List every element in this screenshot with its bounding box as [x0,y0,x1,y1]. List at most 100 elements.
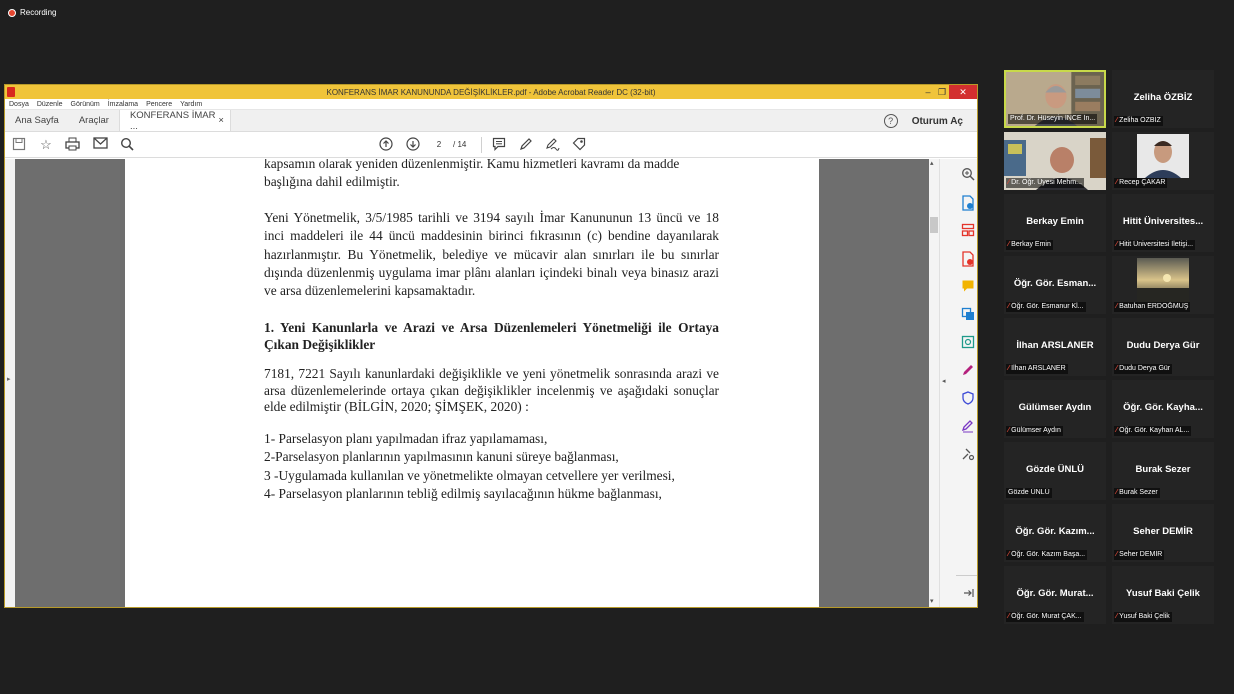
participant-tile[interactable]: ⁄ Batuhan ERDOĞMUŞ [1112,256,1214,314]
participant-photo [1137,258,1189,302]
page-number-input[interactable]: 2 [431,138,447,152]
next-page-icon[interactable] [405,137,421,153]
toolbar: ☆ 2 / 14 [5,132,977,158]
participant-tile[interactable]: Hitit Üniversites... ⁄ Hitit Üniversitesi… [1112,194,1214,252]
participant-tile[interactable]: Gülümser Aydın ⁄ Gülümser Aydın [1004,380,1106,438]
mic-muted-icon: ⁄ [1116,241,1118,248]
tab-home[interactable]: Ana Sayfa [5,110,69,131]
scroll-up-icon[interactable]: ▴ [930,159,934,167]
help-icon[interactable]: ? [883,114,898,128]
participant-tile[interactable]: Öğr. Gör. Esman... ⁄ Öğr. Gör. Esmanur Kl… [1004,256,1106,314]
fill-sign-icon[interactable] [960,363,976,379]
menu-sign[interactable]: İmzalama [108,101,138,108]
window-title: KONFERANS İMAR KANUNUNDA DEĞİŞİKLİKLER.p… [326,87,656,97]
menu-file[interactable]: Dosya [9,101,29,108]
tab-document[interactable]: KONFERANS İMAR ... × [118,109,231,132]
menu-view[interactable]: Görünüm [71,101,100,108]
window-controls: – ❐ ✕ [921,85,977,99]
star-icon[interactable]: ☆ [38,137,54,153]
participant-tile[interactable]: Gözde ÜNLÜ Gözde ÜNLÜ [1004,442,1106,500]
email-icon[interactable] [92,137,108,153]
participant-tile[interactable]: Berkay Emin ⁄ Berkay Emin [1004,194,1106,252]
participant-tile[interactable]: Dudu Derya Gür ⁄ Dudu Derya Gür [1112,318,1214,376]
expand-left-icon[interactable]: ▸ [7,375,11,383]
participant-tile[interactable]: Burak Sezer ⁄ Burak Sezer [1112,442,1214,500]
record-icon [8,8,16,17]
edit-pdf-icon[interactable] [960,419,976,435]
print-icon[interactable] [64,137,80,153]
mic-muted-icon: ⁄ [1116,117,1118,124]
minimize-icon[interactable]: – [921,85,935,99]
list-item: 4- Parselasyon planlarının tebliğ edilmi… [264,486,662,501]
mic-muted-icon: ⁄ [1008,241,1010,248]
recording-indicator: Recording [8,8,56,17]
page-total: / 14 [453,140,467,149]
mic-muted-icon: ⁄ [1116,303,1118,310]
left-panel-toggle[interactable]: ▸ [5,159,15,607]
participant-tile[interactable]: ⁄ Dr. Öğr. Üyesi Mehm... [1004,132,1106,190]
scroll-down-icon[interactable]: ▾ [930,597,934,605]
protect-icon[interactable] [960,391,976,407]
participant-label: ⁄ Seher DEMİR [1114,550,1165,560]
participant-name: İlhan ARSLANER [1016,340,1094,351]
mic-muted-icon: ⁄ [1116,489,1118,496]
mic-muted-icon: ⁄ [1008,551,1010,558]
mic-muted-icon: ⁄ [1116,427,1118,434]
organize-pages-icon[interactable] [960,223,976,239]
participant-name: Öğr. Gör. Murat... [1016,588,1094,599]
tab-bar: Ana Sayfa Araçlar KONFERANS İMAR ... × ?… [5,110,977,132]
create-pdf-icon[interactable] [960,251,976,267]
participant-label: ⁄ Recep ÇAKAR [1114,178,1168,188]
mic-muted-icon: ⁄ [1116,365,1118,372]
participant-name: Seher DEMİR [1133,526,1193,537]
search-icon[interactable] [119,137,135,153]
save-icon[interactable] [11,137,27,153]
pen-icon[interactable] [518,137,534,153]
vertical-scrollbar[interactable]: ▴ ▾ [929,159,939,607]
prev-page-icon[interactable] [378,137,394,153]
mic-muted-icon: ⁄ [1008,179,1010,186]
paragraph-0-line-2: başlığına dahil edilmiştir. [264,174,400,189]
sign-icon[interactable] [544,137,560,153]
participant-tile[interactable]: Öğr. Gör. Kazım... ⁄ Öğr. Gör. Kazım Başa… [1004,504,1106,562]
scan-icon[interactable] [960,335,976,351]
comment-icon[interactable] [491,137,507,153]
export-pdf-icon[interactable] [960,195,976,211]
tab-document-label: KONFERANS İMAR ... [129,109,216,132]
participant-tile[interactable]: Prof. Dr. Hüseyin İNCE İn... [1004,70,1106,128]
participant-tile[interactable]: ⁄ Recep ÇAKAR [1112,132,1214,190]
document-viewer[interactable]: ▸ kapsamın olarak yeniden düzenlenmiştir… [5,159,935,607]
mic-muted-icon: ⁄ [1008,303,1010,310]
participant-label: ⁄ Gülümser Aydın [1006,426,1063,436]
close-window-icon[interactable]: ✕ [949,85,977,99]
participant-name: Dudu Derya Gür [1126,340,1200,351]
close-tab-icon[interactable]: × [218,115,224,126]
participant-name: Öğr. Gör. Kazım... [1015,526,1095,537]
collapse-pane-arrow-icon[interactable]: ◂ [942,377,946,385]
participant-tile[interactable]: Zeliha ÖZBİZ ⁄ Zeliha ÖZBİZ [1112,70,1214,128]
comment-tool-icon[interactable] [960,279,976,295]
participant-name: Yusuf Baki Çelik [1126,588,1200,599]
restore-icon[interactable]: ❐ [935,85,949,99]
share-icon[interactable] [571,137,587,153]
collapse-panel-icon[interactable] [960,587,976,603]
menu-edit[interactable]: Düzenle [37,101,63,108]
participant-tile[interactable]: Öğr. Gör. Murat... ⁄ Öğr. Gör. Murat ÇAK.… [1004,566,1106,624]
menu-window[interactable]: Pencere [146,101,172,108]
tab-tools[interactable]: Araçlar [69,110,119,131]
participant-tile[interactable]: Yusuf Baki Çelik ⁄ Yusuf Baki Çelik [1112,566,1214,624]
sign-in-button[interactable]: Oturum Aç [912,116,963,127]
participant-name: Öğr. Gör. Esman... [1013,278,1097,289]
pdf-page: kapsamın olarak yeniden düzenlenmiştir. … [125,159,819,607]
more-tools-icon[interactable] [960,447,976,463]
participant-label: ⁄ Batuhan ERDOĞMUŞ [1114,302,1191,312]
menu-help[interactable]: Yardım [180,101,202,108]
section-heading: 1. Yeni Kanunlarla ve Arazi ve Arsa Düze… [264,320,719,352]
combine-icon[interactable] [960,307,976,323]
zoom-icon[interactable] [960,167,976,183]
participant-tile[interactable]: Seher DEMİR ⁄ Seher DEMİR [1112,504,1214,562]
participant-tile[interactable]: Öğr. Gör. Kayha... ⁄ Öğr. Gör. Kayhan AL.… [1112,380,1214,438]
scroll-thumb[interactable] [930,217,938,233]
participant-tile[interactable]: İlhan ARSLANER ⁄ İlhan ARSLANER [1004,318,1106,376]
toolbar-divider [481,137,482,153]
